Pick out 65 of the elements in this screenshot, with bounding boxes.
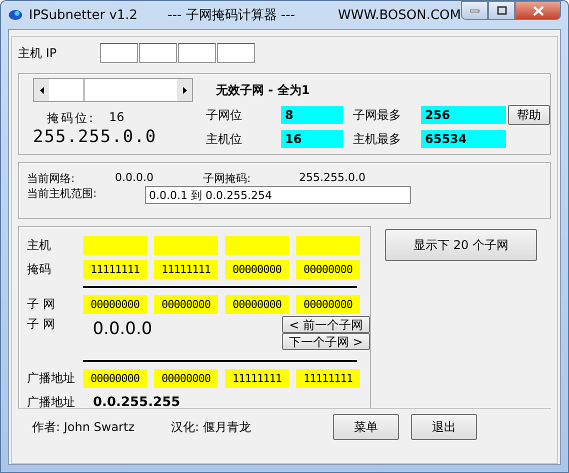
host-ip-label: 主机 IP [18, 45, 58, 62]
binary-cell: 11111111 [296, 368, 360, 388]
globe-icon [8, 7, 23, 23]
info-label: 子网位 [206, 106, 243, 124]
window-title: IPSubnetter v1.2 [28, 8, 139, 22]
binary-cell: 00000000 [154, 368, 218, 388]
info-value: 16 [281, 130, 343, 148]
right-arrow-icon[interactable] [182, 86, 186, 94]
broadcast-address: 0.0.255.255 [93, 394, 180, 410]
network-label: 当前网络: [27, 171, 76, 186]
minimize-icon[interactable] [470, 8, 480, 12]
translator-text: 汉化: 偃月青龙 [171, 418, 252, 436]
ip-octet-field[interactable] [178, 43, 216, 63]
binary-cell: 00000000 [83, 294, 147, 314]
binary-cell: 00000000 [296, 260, 360, 278]
website-text: WWW.BOSON.COM [338, 8, 462, 22]
host-range-label: 当前主机范围: [27, 186, 98, 202]
mask-scrollbar[interactable] [33, 78, 193, 102]
row-label: 广播地址 [27, 370, 76, 386]
binary-cell: 11111111 [83, 260, 147, 278]
subnet-mask-value: 255.255.0.0 [33, 127, 158, 147]
host-binary-field [83, 236, 147, 254]
row-label: 子 网 [27, 296, 56, 312]
author-text: 作者: John Swartz [32, 418, 136, 436]
binary-cell: 00000000 [154, 294, 218, 314]
ip-octet-field[interactable] [100, 43, 138, 63]
network-value: 0.0.0.0 [115, 171, 154, 186]
mask-bits-value: 16 [109, 110, 124, 126]
info-value: 256 [421, 106, 506, 124]
close-icon[interactable] [532, 6, 544, 16]
mask-bits-label: 掩码位: [47, 110, 96, 127]
footer-button[interactable]: 退出 [411, 414, 477, 440]
subnet-address: 0.0.0.0 [92, 318, 154, 339]
ip-octet-field[interactable] [139, 43, 177, 63]
binary-cell: 11111111 [154, 260, 218, 278]
binary-cell: 00000000 [225, 260, 289, 278]
row-label: 掩码 [27, 260, 52, 278]
info-label: 主机位 [206, 130, 243, 148]
next-subnet-button[interactable]: 下一个子网 > [282, 333, 370, 350]
invalid-subnet-heading: 无效子网 - 全为1 [216, 82, 311, 99]
binary-cell: 00000000 [225, 294, 289, 314]
show-subnets-button[interactable]: 显示下 20 个子网 [385, 229, 537, 261]
info-value: 8 [281, 106, 343, 124]
host-binary-field [154, 236, 218, 254]
mask-value: 255.255.0.0 [299, 171, 366, 186]
window-subtitle: --- 子网掩码计算器 --- [166, 7, 296, 24]
row-label: 子 网 [27, 316, 56, 333]
info-value: 65534 [421, 130, 506, 148]
host-binary-field [225, 236, 289, 254]
row-label: 广播地址 [27, 394, 76, 410]
help-button[interactable]: 帮助 [508, 105, 550, 125]
row-label: 主机 [27, 236, 52, 254]
left-arrow-icon[interactable] [40, 86, 44, 94]
ip-octet-field[interactable] [217, 43, 255, 63]
maximize-icon[interactable] [496, 6, 507, 15]
host-range-field[interactable]: 0.0.0.1 到 0.0.255.254 [145, 186, 411, 204]
previous-subnet-button[interactable]: < 前一个子网 [282, 316, 370, 333]
info-label: 子网最多 [353, 106, 402, 124]
binary-cell: 11111111 [225, 368, 289, 388]
footer-button[interactable]: 菜单 [333, 414, 399, 440]
host-binary-field [296, 236, 360, 254]
mask-label: 子网掩码: [203, 171, 252, 186]
binary-cell: 00000000 [296, 294, 360, 314]
binary-cell: 00000000 [83, 368, 147, 388]
info-label: 主机最多 [353, 130, 402, 148]
